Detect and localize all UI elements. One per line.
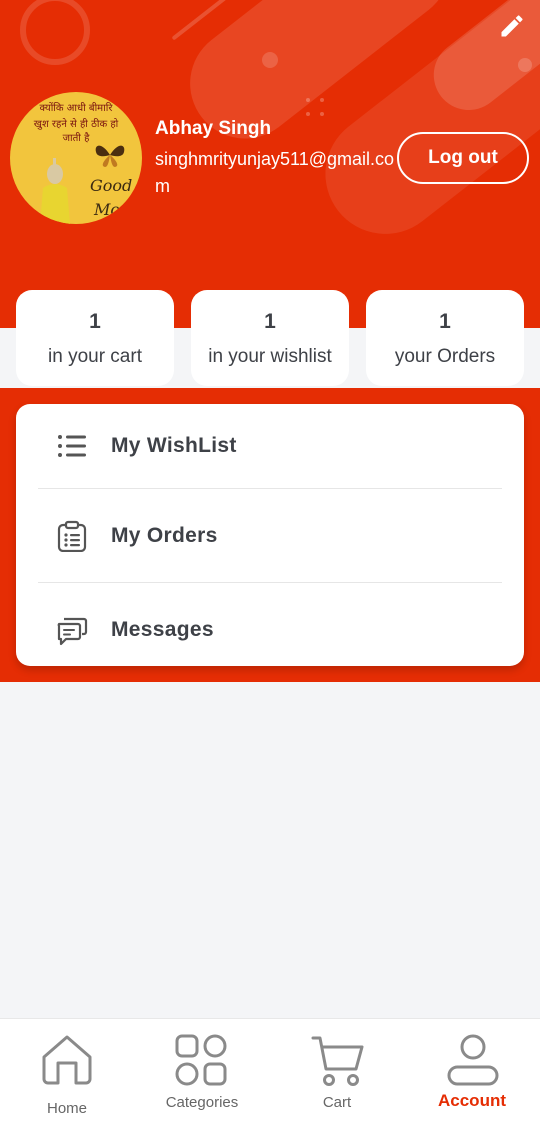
divider [38, 488, 502, 489]
header-decoration [262, 52, 278, 68]
menu-item-label: Messages [111, 618, 214, 641]
menu-item-orders[interactable]: My Orders [16, 494, 524, 578]
menu-item-messages[interactable]: Messages [16, 588, 524, 672]
stat-label: your Orders [394, 346, 496, 367]
nav-item-categories[interactable]: Categories [134, 1019, 270, 1128]
nav-item-account[interactable]: Account [404, 1019, 540, 1128]
nav-item-home[interactable]: Home [0, 1019, 134, 1128]
menu-item-wishlist[interactable]: My WishList [16, 404, 524, 488]
nav-item-cart[interactable]: Cart [270, 1019, 404, 1128]
menu-item-label: My WishList [111, 434, 237, 457]
figure-illustration [40, 158, 70, 224]
stat-value: 1 [89, 310, 101, 333]
header-decoration [518, 58, 532, 72]
stat-label: in your wishlist [208, 346, 332, 367]
profile-header: क्योंकि आधी बीमारि खुश रहने से ही ठीक हो… [0, 0, 540, 328]
menu-item-label: My Orders [111, 524, 218, 547]
avatar-text: खुश रहने से ही ठीक हो [33, 119, 119, 130]
categories-icon [175, 1034, 227, 1086]
header-decoration [306, 98, 328, 120]
avatar-text: Good [90, 176, 133, 195]
list-icon [58, 435, 86, 457]
account-icon [447, 1034, 499, 1086]
user-name: Abhay Singh [155, 118, 272, 139]
avatar-text: क्योंकि आधी बीमारि [39, 103, 113, 114]
bottom-navigation: Home Categories Cart Account [0, 1018, 540, 1128]
account-menu: My WishList My Orders Messages [16, 404, 524, 666]
home-icon [42, 1035, 92, 1085]
pencil-icon[interactable] [498, 12, 526, 40]
stat-card-wishlist[interactable]: 1 in your wishlist [191, 290, 349, 386]
clipboard-list-icon [57, 520, 87, 552]
stats-row: 1 in your cart 1 in your wishlist 1 your… [0, 290, 540, 388]
avatar[interactable]: क्योंकि आधी बीमारि खुश रहने से ही ठीक हो… [10, 92, 142, 224]
nav-label: Home [46, 1100, 87, 1117]
stat-card-cart[interactable]: 1 in your cart [16, 290, 174, 386]
stat-card-orders[interactable]: 1 your Orders [366, 290, 524, 386]
user-email: singhmrityunjay511@gmail.com [155, 149, 395, 196]
nav-label: Cart [322, 1094, 352, 1111]
chat-bubbles-icon [57, 617, 88, 646]
divider [38, 582, 502, 583]
nav-label: Categories [165, 1094, 239, 1111]
avatar-text: Mor [94, 200, 128, 219]
header-decoration [20, 0, 90, 65]
butterfly-icon [95, 145, 125, 167]
nav-label: Account [438, 1091, 506, 1110]
stat-label: in your cart [48, 346, 142, 367]
logout-button[interactable]: Log out [397, 132, 529, 184]
stat-value: 1 [264, 310, 276, 333]
cart-icon [311, 1036, 364, 1086]
stat-value: 1 [439, 310, 451, 333]
